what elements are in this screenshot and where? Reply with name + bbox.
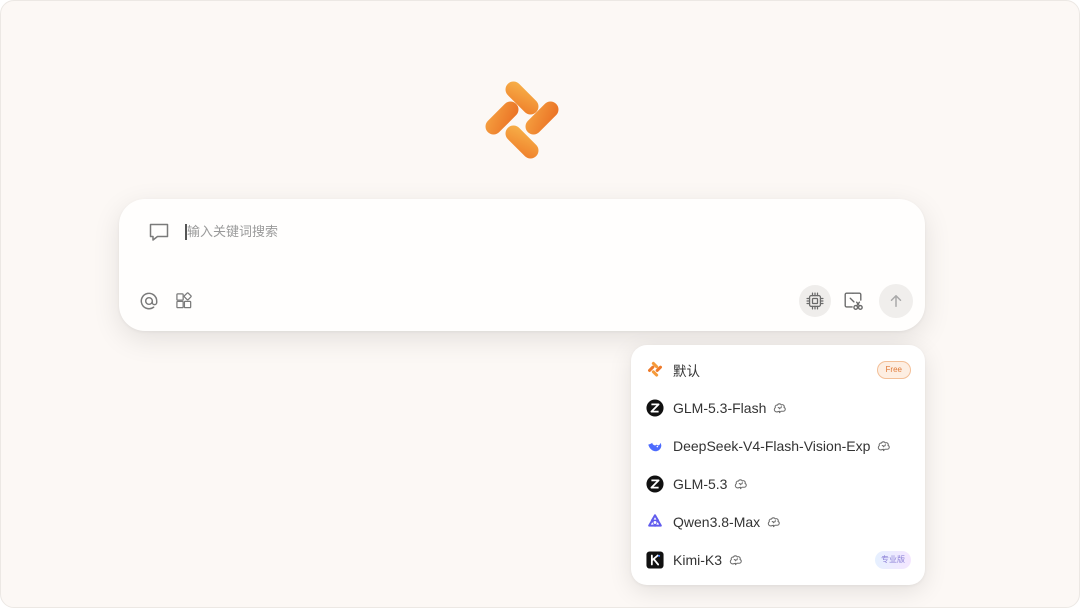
model-option-label: Kimi-K3 xyxy=(673,552,723,568)
apps-button[interactable] xyxy=(168,285,200,317)
model-option-glm-5-3-flash[interactable]: GLM-5.3-Flash xyxy=(639,391,917,425)
model-option-kimi-k3[interactable]: Kimi-K3 专业版 xyxy=(639,543,917,577)
model-option-default[interactable]: 默认 Free xyxy=(639,353,917,387)
brain-icon xyxy=(774,403,787,414)
brain-icon xyxy=(878,441,891,452)
deepseek-logo-icon xyxy=(648,442,662,452)
at-icon xyxy=(140,292,158,310)
search-card xyxy=(119,199,925,331)
brain-icon xyxy=(767,517,780,528)
app-logo-icon xyxy=(648,361,662,377)
pro-badge: 专业版 xyxy=(875,551,911,569)
model-option-label: GLM-5.3 xyxy=(673,476,728,492)
mention-button[interactable] xyxy=(133,285,165,317)
app-window: 默认 Free GLM-5.3-Flash DeepSeek-V4-Flash-… xyxy=(0,0,1080,608)
free-badge: Free xyxy=(876,361,911,379)
model-option-label: Qwen3.8-Max xyxy=(673,514,761,530)
model-option-label: DeepSeek-V4-Flash-Vision-Exp xyxy=(673,438,871,454)
brain-icon xyxy=(735,479,748,490)
arrow-up-icon xyxy=(890,295,902,307)
send-button[interactable] xyxy=(879,284,913,318)
screenshot-icon xyxy=(844,292,863,310)
apps-icon xyxy=(176,292,192,309)
model-option-glm-5-3[interactable]: GLM-5.3 xyxy=(639,467,917,501)
model-dropdown: 默认 Free GLM-5.3-Flash DeepSeek-V4-Flash-… xyxy=(631,345,925,585)
zhipu-logo-icon xyxy=(646,475,664,493)
search-input[interactable] xyxy=(187,219,787,245)
model-option-label: 默认 xyxy=(673,364,700,380)
model-option-deepseek-v4-flash-vision-exp[interactable]: DeepSeek-V4-Flash-Vision-Exp xyxy=(639,429,917,463)
brain-icon xyxy=(729,555,742,566)
chat-bubble-icon xyxy=(149,223,169,241)
zhipu-logo-icon xyxy=(646,399,664,417)
model-option-qwen3-8-max[interactable]: Qwen3.8-Max xyxy=(639,505,917,539)
model-option-label: GLM-5.3-Flash xyxy=(673,400,767,416)
chip-icon xyxy=(806,292,824,310)
model-select-button[interactable] xyxy=(799,285,831,317)
screenshot-button[interactable] xyxy=(837,285,869,317)
kimi-logo-icon xyxy=(646,551,664,569)
qwen-logo-icon xyxy=(648,514,662,527)
app-logo-icon xyxy=(485,81,559,159)
